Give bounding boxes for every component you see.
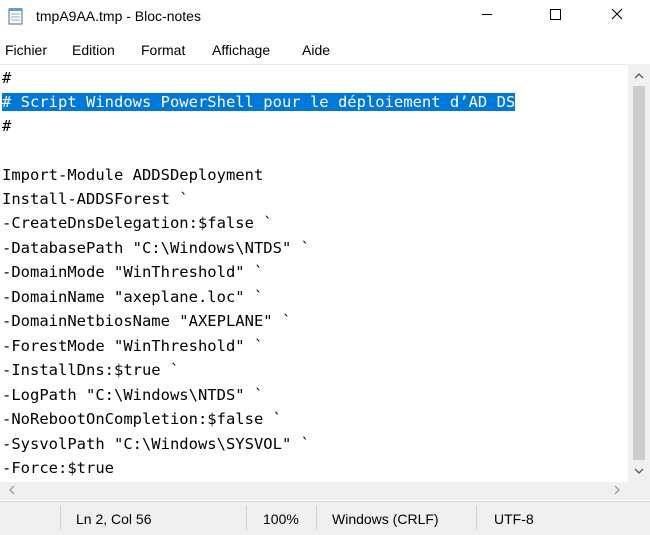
vertical-scrollbar[interactable] [628, 64, 650, 482]
window-title: tmpA9AA.tmp - Bloc-notes [36, 8, 201, 24]
menu-aide[interactable]: Aide [302, 42, 330, 58]
code-line: Import-Module ADDSDeployment [2, 166, 264, 184]
status-line-ending: Windows (CRLF) [332, 511, 439, 527]
menu-edition[interactable]: Edition [72, 42, 115, 58]
vertical-scroll-thumb[interactable] [633, 86, 645, 460]
code-line: -SysvolPath "C:\Windows\SYSVOL" ` [2, 435, 310, 453]
menu-affichage[interactable]: Affichage [212, 42, 270, 58]
chevron-left-icon [8, 482, 15, 500]
code-line-selected: # Script Windows PowerShell pour le dépl… [2, 90, 516, 114]
scroll-left-button[interactable] [0, 482, 22, 500]
code-line: # [2, 117, 12, 135]
chevron-down-icon [634, 462, 644, 480]
text-selection: # Script Windows PowerShell pour le dépl… [2, 93, 516, 111]
minimize-button[interactable] [464, 0, 510, 32]
status-bar: Ln 2, Col 56 100% Windows (CRLF) UTF-8 [0, 501, 650, 535]
title-bar[interactable]: tmpA9AA.tmp - Bloc-notes [0, 0, 650, 34]
code-line: -InstallDns:$true ` [2, 361, 180, 379]
code-line: -LogPath "C:\Windows\NTDS" ` [2, 386, 264, 404]
scroll-down-button[interactable] [628, 462, 650, 480]
horizontal-scrollbar[interactable] [0, 482, 628, 500]
chevron-up-icon [634, 66, 644, 84]
menu-format[interactable]: Format [141, 42, 185, 58]
text-editor[interactable]: # # Script Windows PowerShell pour le dé… [0, 64, 628, 483]
close-icon [611, 7, 623, 25]
maximize-button[interactable] [532, 0, 578, 32]
code-line: -NoRebootOnCompletion:$false ` [2, 410, 282, 428]
status-cursor-position: Ln 2, Col 56 [76, 511, 152, 527]
scroll-right-button[interactable] [606, 482, 628, 500]
code-line: -DomainNetbiosName "AXEPLANE" ` [2, 312, 292, 330]
menu-fichier[interactable]: Fichier [5, 42, 47, 58]
status-divider [316, 506, 317, 530]
status-divider [60, 506, 61, 530]
code-line: Install-ADDSForest ` [2, 190, 189, 208]
chevron-right-icon [614, 482, 621, 500]
code-line: -CreateDnsDelegation:$false ` [2, 214, 273, 232]
notepad-icon [8, 7, 24, 25]
status-encoding: UTF-8 [494, 511, 534, 527]
status-zoom: 100% [263, 511, 299, 527]
scrollbar-corner [628, 482, 650, 500]
scroll-up-button[interactable] [628, 66, 650, 84]
menu-bar: Fichier Edition Format Affichage Aide [0, 36, 650, 62]
minimize-icon [481, 7, 493, 25]
code-line: -DatabasePath "C:\Windows\NTDS" ` [2, 239, 310, 257]
code-line: # [2, 69, 12, 87]
code-line: -DomainMode "WinThreshold" ` [2, 263, 264, 281]
maximize-icon [549, 7, 561, 25]
close-button[interactable] [594, 0, 640, 32]
status-divider [476, 506, 477, 530]
code-line: -DomainName "axeplane.loc" ` [2, 288, 264, 306]
code-line: -Force:$true [2, 459, 114, 477]
code-line: -ForestMode "WinThreshold" ` [2, 337, 264, 355]
status-divider [246, 506, 247, 530]
